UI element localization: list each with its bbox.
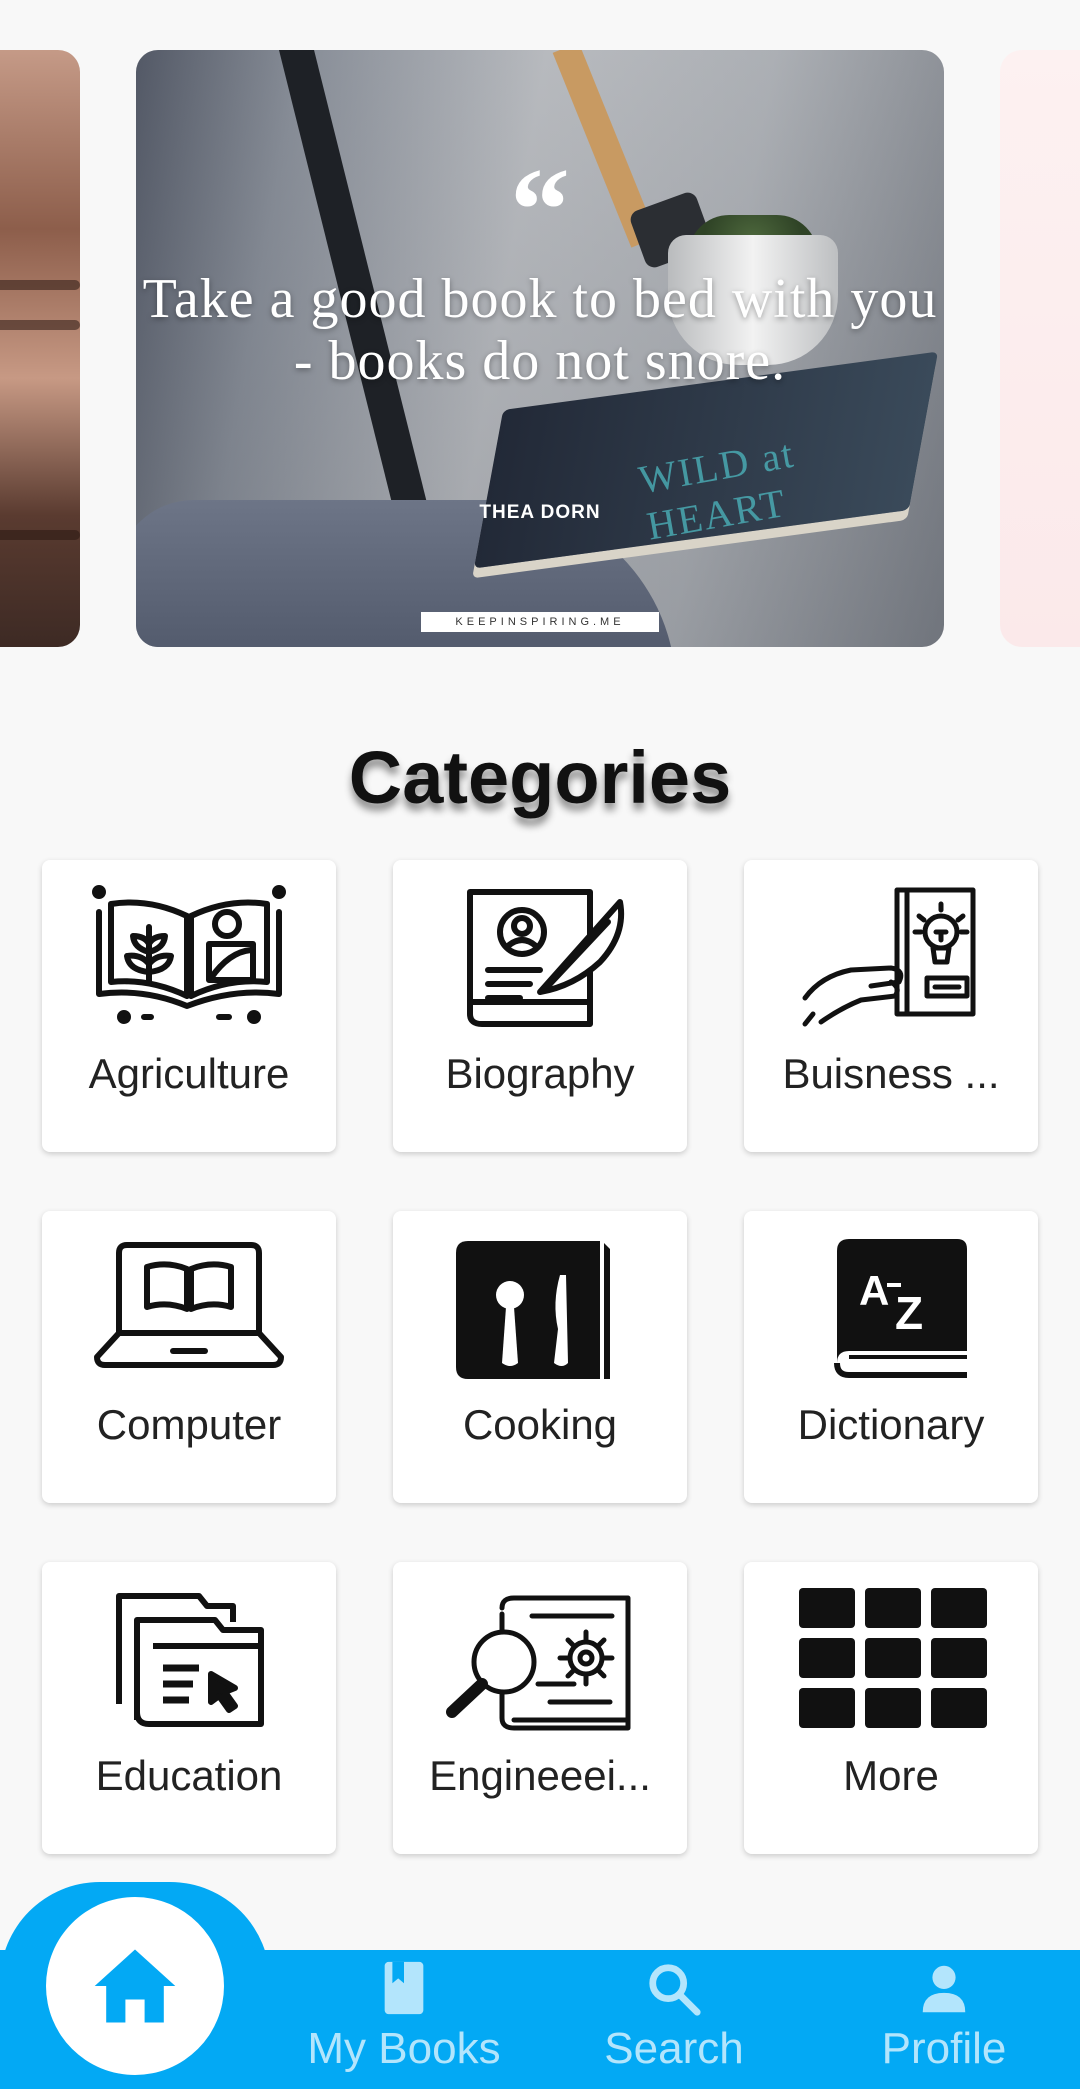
quote-site-watermark: KEEPINSPIRING.ME [421, 612, 659, 632]
grid-icon [791, 1584, 991, 1734]
category-label: Biography [445, 1050, 635, 1097]
category-card-dictionary[interactable]: A Z Dictionary [744, 1211, 1038, 1503]
nav-profile[interactable]: Profile [824, 1960, 1064, 2080]
person-icon [824, 1960, 1064, 2020]
engineering-gear-book-icon [440, 1584, 640, 1734]
carousel-slide-next[interactable] [1000, 50, 1080, 647]
nav-search[interactable]: Search [554, 1960, 794, 2080]
business-idea-book-icon [791, 882, 991, 1032]
home-icon [94, 1949, 176, 2023]
category-card-computer[interactable]: Computer [42, 1211, 336, 1503]
category-label: Agriculture [88, 1050, 290, 1097]
biography-book-icon [440, 882, 640, 1032]
category-card-engineering[interactable]: Engineeei... [393, 1562, 687, 1854]
cooking-book-icon [440, 1233, 640, 1383]
agriculture-book-icon [89, 882, 289, 1032]
dictionary-az-icon: A Z [791, 1233, 991, 1383]
nav-label: Profile [881, 2024, 1007, 2073]
svg-text:Z: Z [895, 1287, 923, 1339]
education-folders-icon [89, 1584, 289, 1734]
nav-label: Search [604, 2024, 744, 2073]
category-card-more[interactable]: More [744, 1562, 1038, 1854]
category-card-education[interactable]: Education [42, 1562, 336, 1854]
category-card-business[interactable]: Buisness ... [744, 860, 1038, 1152]
home-button[interactable] [46, 1897, 224, 2075]
categories-title: Categories [348, 736, 732, 819]
svg-text:A: A [859, 1267, 889, 1314]
quote-text: Take a good book to bed with you - books… [142, 268, 938, 392]
quote-overlay: “ Take a good book to bed with you - boo… [136, 50, 944, 647]
category-label: Education [95, 1752, 283, 1799]
category-card-agriculture[interactable]: Agriculture [42, 860, 336, 1152]
category-label: Dictionary [797, 1401, 985, 1448]
category-label: Computer [96, 1401, 282, 1448]
category-card-cooking[interactable]: Cooking [393, 1211, 687, 1503]
bookmark-book-icon [284, 1960, 524, 2020]
carousel-slide-previous[interactable] [0, 50, 80, 647]
category-card-biography[interactable]: Biography [393, 860, 687, 1152]
category-label: More [843, 1752, 939, 1799]
nav-my-books[interactable]: My Books [284, 1960, 524, 2080]
quote-mark: “ [510, 143, 570, 276]
quote-carousel[interactable]: WILD at HEART “ Take a good book to bed … [0, 50, 1080, 647]
search-icon [554, 1960, 794, 2020]
category-label: Buisness ... [782, 1050, 1000, 1097]
home-screen: WILD at HEART “ Take a good book to bed … [0, 0, 1080, 2089]
carousel-slide-current[interactable]: WILD at HEART “ Take a good book to bed … [136, 50, 944, 647]
category-label: Engineeei... [429, 1752, 651, 1799]
laptop-book-icon [89, 1233, 289, 1383]
category-label: Cooking [462, 1401, 618, 1448]
quote-author: THEA DORN [479, 502, 601, 523]
nav-label: My Books [307, 2024, 501, 2073]
